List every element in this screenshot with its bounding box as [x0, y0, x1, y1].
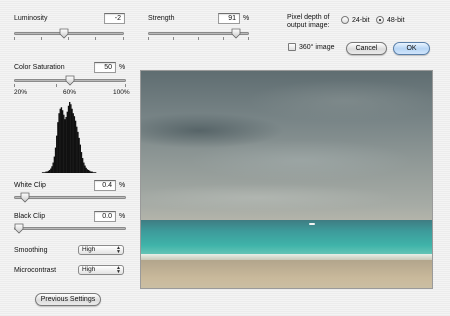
histogram-bar: [90, 171, 92, 173]
histogram-bar: [74, 120, 77, 173]
white-clip-unit: %: [119, 182, 126, 189]
histogram-bar: [46, 171, 48, 173]
white-clip-label: White Clip: [14, 182, 46, 189]
histogram-bar: [53, 156, 56, 173]
preview-image: [140, 70, 433, 289]
black-clip-slider-thumb[interactable]: [14, 223, 24, 234]
histogram-bar: [69, 102, 71, 173]
smoothing-select-value: High: [82, 246, 96, 253]
black-clip-unit: %: [119, 213, 126, 220]
black-clip-value-field[interactable]: 0.0: [94, 211, 116, 222]
strength-label: Strength: [148, 15, 175, 22]
strength-unit: %: [243, 15, 250, 22]
saturation-scale-min: 20%: [14, 89, 28, 96]
strength-value-field[interactable]: 91: [218, 13, 240, 24]
histogram-bar: [76, 126, 78, 173]
panorama-checkbox[interactable]: [288, 43, 296, 51]
histogram-bar: [66, 111, 69, 173]
white-clip-value-field[interactable]: 0.4: [94, 180, 116, 191]
histogram-bar: [77, 131, 79, 173]
pixel-depth-label-line2: output image:: [287, 22, 330, 29]
histogram-bar: [44, 172, 46, 173]
histogram-bar: [61, 110, 64, 173]
histogram-bar: [52, 162, 54, 173]
chevron-updown-icon: ▲ ▼: [116, 265, 121, 275]
microcontrast-select[interactable]: High ▲ ▼: [78, 265, 124, 275]
color-saturation-unit: %: [119, 64, 126, 71]
preview-sand: [141, 260, 432, 288]
histogram-bar: [92, 172, 94, 173]
histogram-bar: [63, 114, 65, 173]
luminosity-slider-track[interactable]: [14, 32, 124, 35]
histogram-bar: [81, 158, 84, 173]
white-clip-slider-thumb[interactable]: [20, 192, 30, 203]
preview-boat: [309, 223, 315, 225]
luminosity-value-field[interactable]: -2: [104, 13, 125, 24]
color-saturation-slider-thumb[interactable]: [65, 75, 75, 86]
histogram-bar: [78, 137, 80, 173]
cancel-button[interactable]: Cancel: [346, 42, 387, 55]
histogram-bar: [65, 116, 67, 173]
histogram-bar: [51, 166, 53, 173]
smoothing-select[interactable]: High ▲ ▼: [78, 245, 124, 255]
histogram-bar: [70, 104, 72, 173]
histogram-bar: [60, 107, 63, 173]
histogram-bar: [85, 167, 87, 173]
histogram-bar: [86, 169, 89, 173]
microcontrast-label: Microcontrast: [14, 267, 57, 274]
histogram-bar: [54, 147, 57, 173]
black-clip-slider-track[interactable]: [14, 227, 126, 230]
histogram-bar: [50, 168, 52, 173]
histogram-bar: [45, 171, 47, 173]
microcontrast-select-value: High: [82, 266, 96, 273]
histogram-bar: [84, 165, 86, 173]
histogram: [41, 102, 97, 173]
histogram-bar: [59, 108, 61, 173]
histogram-bar: [41, 172, 44, 173]
pixel-depth-label-line1: Pixel depth of: [287, 14, 330, 21]
smoothing-label: Smoothing: [14, 247, 48, 254]
radio-48-bit[interactable]: [376, 16, 384, 24]
histogram-bar: [93, 172, 96, 173]
histogram-bar: [67, 105, 70, 173]
previous-settings-button[interactable]: Previous Settings: [35, 293, 101, 306]
color-saturation-value-field[interactable]: 50: [94, 62, 116, 73]
histogram-bar: [43, 172, 45, 173]
histogram-bar: [71, 108, 73, 173]
preview-sky: [141, 71, 432, 220]
color-saturation-label: Color Saturation: [14, 64, 65, 71]
strength-slider-thumb[interactable]: [231, 28, 241, 39]
histogram-bar: [58, 113, 60, 173]
histogram-bar: [94, 172, 97, 173]
radio-48-bit-label[interactable]: 48-bit: [387, 17, 405, 24]
histogram-bar: [91, 171, 93, 173]
histogram-bar: [48, 170, 51, 173]
luminosity-slider-thumb[interactable]: [59, 28, 69, 39]
radio-24-bit-label[interactable]: 24-bit: [352, 17, 370, 24]
luminosity-slider-ticks: [14, 37, 124, 40]
luminosity-label: Luminosity: [14, 15, 48, 22]
chevron-updown-icon: ▲ ▼: [116, 245, 121, 255]
preview-sea: [141, 220, 432, 256]
panorama-checkbox-label[interactable]: 360° image: [299, 44, 335, 51]
histogram-bar: [73, 116, 76, 173]
saturation-scale-mid: 60%: [63, 89, 77, 96]
ok-button[interactable]: OK: [393, 42, 430, 55]
histogram-bar: [87, 170, 90, 173]
histogram-bar: [57, 122, 59, 173]
histogram-bar: [83, 162, 85, 173]
white-clip-slider-track[interactable]: [14, 196, 126, 199]
saturation-scale-max: 100%: [113, 89, 130, 96]
black-clip-label: Black Clip: [14, 213, 46, 220]
histogram-bar: [79, 144, 81, 173]
radio-24-bit[interactable]: [341, 16, 349, 24]
